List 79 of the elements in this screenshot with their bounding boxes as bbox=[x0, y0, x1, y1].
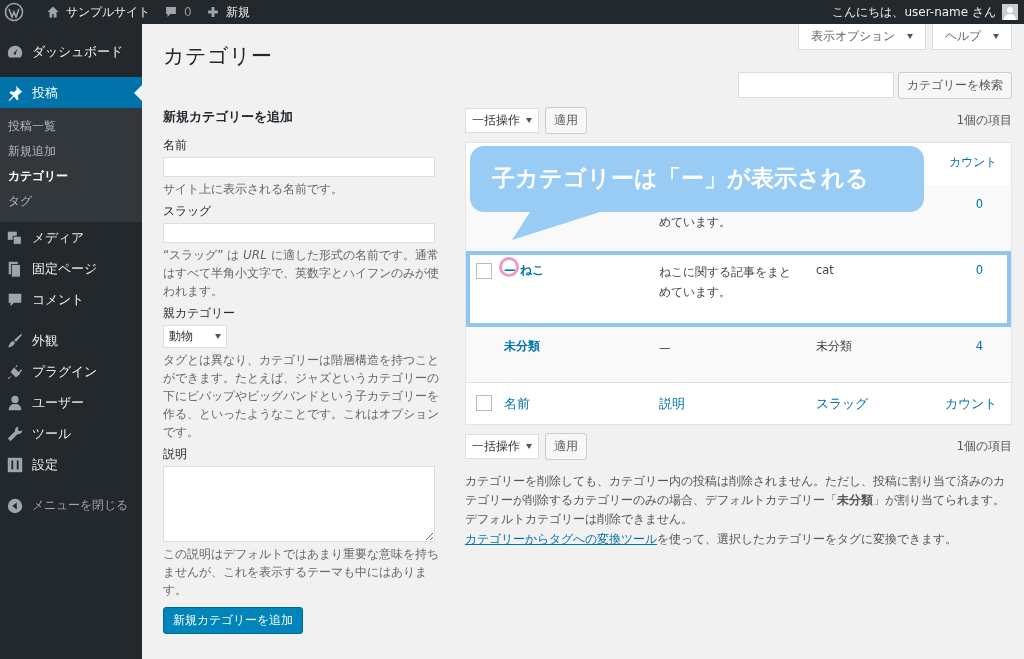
parent-category-select[interactable]: 動物 bbox=[163, 325, 227, 348]
menu-item[interactable]: ダッシュボード bbox=[0, 36, 142, 67]
post-count-link[interactable]: 4 bbox=[975, 339, 997, 353]
apply-button[interactable]: 適用 bbox=[545, 433, 587, 460]
menu-item[interactable]: 投稿 bbox=[0, 77, 142, 108]
menu-item[interactable]: メディア bbox=[0, 222, 142, 253]
menu-item[interactable]: ツール bbox=[0, 418, 142, 449]
pushpin-icon bbox=[6, 83, 24, 102]
wrench-icon bbox=[6, 424, 24, 443]
field-hint: サイト上に表示される名前です。 bbox=[163, 181, 344, 198]
post-count-link[interactable]: 0 bbox=[975, 263, 997, 277]
menu-item[interactable]: 設定 bbox=[0, 449, 142, 480]
table-cell-text: ねこに関する記事をまとめています。 bbox=[659, 264, 792, 301]
bulk-action-select[interactable]: 一括操作 bbox=[465, 108, 539, 133]
brush-icon bbox=[6, 331, 24, 350]
field-hint: “スラッグ” は URL に適した形式の名前です。通常はすべて半角小文字で、英数字とハイフンのみが使われます。 bbox=[163, 247, 440, 300]
add-category-button[interactable]: 新規カテゴリーを追加 bbox=[163, 607, 303, 634]
user-icon bbox=[6, 393, 24, 412]
submenu-item[interactable]: カテゴリー bbox=[0, 164, 142, 189]
form-heading: 新規カテゴリーを追加 bbox=[163, 109, 294, 126]
item-count: 1個の項目 bbox=[956, 439, 1012, 454]
field-label: 名前 bbox=[163, 138, 188, 153]
input-field[interactable] bbox=[163, 223, 435, 243]
comment-count[interactable]: 0 bbox=[184, 5, 192, 19]
column-header[interactable]: 説明 bbox=[659, 396, 685, 411]
menu-item[interactable]: 外観 bbox=[0, 325, 142, 356]
help-button[interactable]: ヘルプ bbox=[932, 24, 1012, 50]
column-header[interactable]: カウント bbox=[945, 396, 997, 411]
category-name-link[interactable]: — ねこ bbox=[504, 263, 544, 277]
table-cell-text: — bbox=[659, 340, 672, 357]
submenu-item[interactable]: タグ bbox=[0, 189, 142, 214]
field-label: 説明 bbox=[163, 447, 188, 462]
logo-icon[interactable] bbox=[4, 2, 24, 22]
screen-options-button[interactable]: 表示オプション bbox=[798, 24, 926, 50]
row-checkbox[interactable] bbox=[476, 263, 492, 279]
menu-item[interactable]: プラグイン bbox=[0, 356, 142, 387]
comment-icon bbox=[164, 5, 178, 19]
new-link[interactable]: 新規 bbox=[225, 3, 250, 21]
submenu-item[interactable]: 新規追加 bbox=[0, 139, 142, 164]
apply-button[interactable]: 適用 bbox=[545, 107, 587, 134]
note-text: カテゴリーを削除しても、カテゴリー内の投稿は削除されません。ただし、投稿に割り当て済みのカテゴリーが削除するカテゴリーのみの場合、デフォルトカテゴリー「未分類」が割り当てられます。デフォルトカテゴリーは削除できません。 bbox=[465, 473, 1006, 529]
submenu-item[interactable]: 投稿一覧 bbox=[0, 114, 142, 139]
column-header[interactable]: カウント bbox=[936, 155, 1011, 170]
collapse-menu-button[interactable]: メニューを閉じる bbox=[0, 490, 142, 521]
item-count: 1個の項目 bbox=[956, 113, 1012, 128]
page-title: カテゴリー bbox=[163, 43, 273, 70]
column-header[interactable]: スラッグ bbox=[816, 396, 868, 411]
column-header[interactable]: 名前 bbox=[504, 396, 530, 411]
menu-item[interactable]: 固定ページ bbox=[0, 253, 142, 284]
greeting-link[interactable]: こんにちは、user-name さん bbox=[832, 3, 996, 21]
note-text: カテゴリーからタグへの変換ツールを使って、選択したカテゴリーをタグに変換できます。 bbox=[465, 530, 958, 548]
home-icon bbox=[46, 5, 60, 19]
plus-icon bbox=[205, 5, 220, 19]
field-label: スラッグ bbox=[163, 204, 212, 219]
table-cell: cat bbox=[816, 263, 834, 277]
avatar-icon[interactable] bbox=[1002, 4, 1018, 20]
callout-text: 子カテゴリーは「ー」が表示される bbox=[492, 164, 869, 193]
field-hint: タグとは異なり、カテゴリーは階層構造を持つことができます。たとえば、ジャズというカテゴリーの下にビバップやビッグバンドという子カテゴリーを作る、といったようなことです。これはオプションです。 bbox=[163, 352, 440, 441]
plug-icon bbox=[6, 362, 24, 381]
search-button[interactable]: カテゴリーを検索 bbox=[898, 72, 1012, 99]
select-all-checkbox[interactable] bbox=[476, 395, 492, 411]
field-hint: この説明はデフォルトではあまり重要な意味を持ちませんが、これを表示するテーマも中にはあります。 bbox=[163, 546, 440, 599]
table-cell-text: めています。 bbox=[659, 214, 732, 231]
settings-icon bbox=[6, 455, 24, 474]
description-field[interactable] bbox=[163, 466, 435, 542]
input-field[interactable] bbox=[163, 157, 435, 177]
post-count-link[interactable]: 0 bbox=[975, 197, 997, 211]
collapse-icon bbox=[6, 496, 24, 515]
menu-item[interactable]: コメント bbox=[0, 284, 142, 315]
menu-item[interactable]: ユーザー bbox=[0, 387, 142, 418]
bulk-action-select[interactable]: 一括操作 bbox=[465, 434, 539, 459]
highlight-circle bbox=[499, 257, 519, 277]
convert-tool-link[interactable]: カテゴリーからタグへの変換ツール bbox=[465, 531, 657, 546]
category-name-link[interactable]: 未分類 bbox=[504, 339, 540, 353]
field-label: 親カテゴリー bbox=[163, 306, 236, 321]
table-cell: 未分類 bbox=[816, 339, 852, 353]
search-field[interactable] bbox=[738, 72, 894, 98]
site-name-link[interactable]: サンプルサイト bbox=[66, 3, 150, 21]
pages-icon bbox=[6, 259, 24, 278]
